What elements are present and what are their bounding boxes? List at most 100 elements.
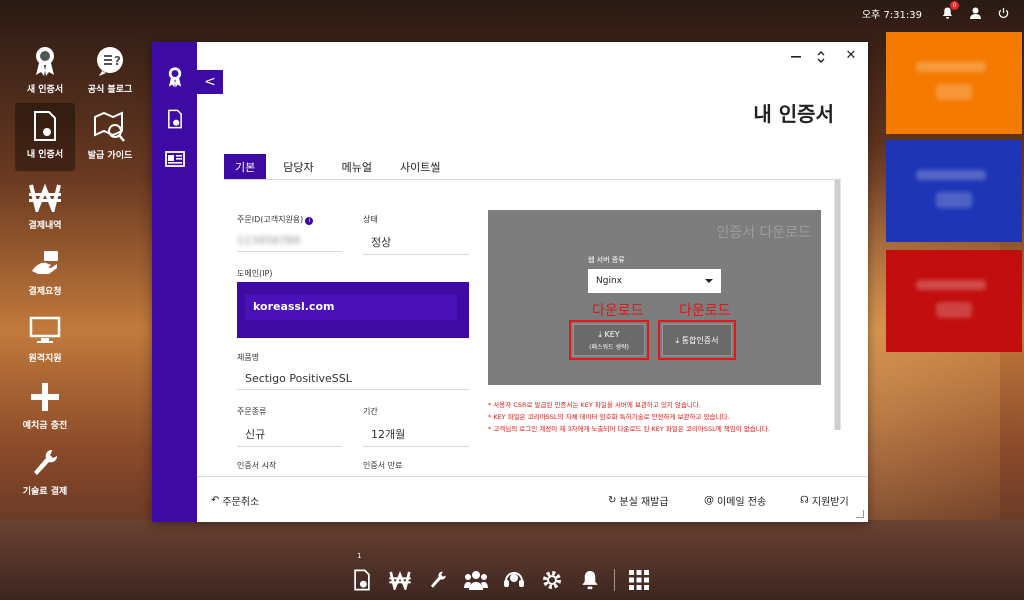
bell-icon[interactable]: 0 [940,1,959,20]
blurred-text [916,170,986,180]
status-value: 정상 [363,234,469,255]
maximize-icon[interactable] [812,48,830,66]
taskbar [340,560,684,600]
taskbar-separator [614,569,615,591]
blurred-text [936,84,972,100]
window-side-rail [152,42,197,522]
wrench-icon[interactable] [424,566,452,594]
tab-manual[interactable]: 메뉴얼 [331,154,383,180]
server-type-select[interactable]: Nginx [588,269,721,293]
blurred-text [936,192,972,208]
page-title: 내 인증서 [753,102,834,126]
key-button-sub: (패스워드 생략) [589,343,629,351]
order-id-label: 주문ID(고객지원용) i [237,214,314,225]
desktop-official-blog[interactable]: ? 공식 블로그 [80,44,140,95]
scrollbar-thumb[interactable] [835,180,840,430]
desktop-label: 결제내역 [28,221,62,231]
annotation-download-left: 다운로드 [592,303,644,319]
desktop-payment-request[interactable]: 결제요청 [15,246,75,297]
undo-arrow-icon: ↶ [211,495,220,506]
note-line: * 고객님의 로그인 계정이 제 3자에게 노출되어 다운로드 된 KEY 파일… [488,425,770,433]
top-status-bar: 오후 7:31:39 0 [862,0,1024,26]
resize-grip-icon[interactable] [856,510,864,518]
app-grid-icon[interactable] [625,566,653,594]
period-label: 기간 [363,407,378,416]
desktop-label: 공식 블로그 [87,85,133,95]
product-value: Sectigo PositiveSSL [237,372,469,390]
certificate-icon [28,109,62,143]
note-line: * KEY 파일은 코리아SSL의 자체 데이터 암호화 특허기술로 안전하게 … [488,413,730,421]
download-icon: ⤓ [675,335,680,345]
desktop-label: 원격지원 [28,354,62,364]
period-value: 12개월 [363,426,469,447]
taskbar-badge: 1 [357,552,362,560]
refresh-icon: ↻ [608,495,617,506]
order-id-value: 123456789 [237,234,342,252]
user-icon[interactable] [968,6,982,20]
download-icon: ⤓ [598,329,602,339]
cert-start-label: 인증서 시작 [237,461,277,470]
download-bundle-button[interactable]: ⤓ 통합인증서 [662,324,732,356]
tab-contact[interactable]: 담당자 [272,154,324,180]
headset-icon: ☊ [800,495,809,506]
certificate-download-panel: 인증서 다운로드 웹 서버 종류 Nginx 다운로드 다운로드 ⤓ KEY (… [488,210,821,385]
widget-tile-red[interactable] [886,250,1022,352]
certificate-icon[interactable] [348,566,376,594]
widget-tile-orange[interactable] [886,32,1022,134]
content-scrollbar[interactable] [834,180,841,430]
clock: 오후 7:31:39 [861,9,922,21]
collapse-sidebar-button[interactable]: < [197,70,223,94]
close-icon[interactable]: ✕ [842,46,860,64]
id-card-icon[interactable] [164,148,186,170]
won-icon[interactable] [386,566,414,594]
server-type-label: 웹 서버 종류 [588,256,625,264]
wrench-icon [28,446,62,480]
blurred-text [916,280,986,290]
chevron-down-icon [705,279,713,283]
desktop-label: 기술료 결제 [22,487,68,497]
payment-hand-icon [28,246,62,280]
desktop-deposit-charge[interactable]: 예치금 충전 [15,380,75,431]
email-send-button[interactable]: @ 이메일 전송 [704,493,766,508]
desktop-issue-guide[interactable]: 발급 가이드 [80,110,140,161]
desktop-payment-history[interactable]: 결제내역 [15,180,75,231]
gear-icon[interactable] [538,566,566,594]
award-icon[interactable] [164,66,186,88]
widget-tile-blue[interactable] [886,140,1022,242]
note-line: * 사용자 CSR로 발급된 인증서는 KEY 파일을 서버에 보관하고 있지 … [488,401,701,409]
group-icon[interactable] [462,566,490,594]
tab-basic[interactable]: 기본 [224,154,267,180]
product-label: 제품명 [237,353,260,362]
desktop-remote-support[interactable]: 원격지원 [15,313,75,364]
desktop-my-certificate[interactable]: 내 인증서 [15,103,75,171]
bundle-button-label: 통합인증서 [681,335,719,345]
desktop-new-certificate[interactable]: 새 인증서 [15,44,75,95]
tab-bar: 기본 담당자 메뉴얼 사이트씰 [224,154,451,180]
get-support-label: 지원받기 [811,497,849,508]
desktop-tech-fee-payment[interactable]: 기술료 결제 [15,446,75,497]
certificate-icon[interactable] [164,108,186,130]
headset-icon[interactable] [500,566,528,594]
tab-content: 주문ID(고객지원용) i 123456789 상태 정상 도메인(IP) kor… [224,180,841,476]
get-support-button[interactable]: ☊ 지원받기 [800,493,849,508]
guide-map-icon [93,110,127,144]
my-certificate-window: < ✕ 내 인증서 기본 담당자 메뉴얼 사이트씰 주문ID(고객지원용) i 1… [152,42,868,522]
desktop-label: 결제요청 [28,287,62,297]
minimize-icon[interactable] [787,48,805,66]
server-type-value: Nginx [596,276,622,286]
tab-site-seal[interactable]: 사이트씰 [389,154,451,180]
download-key-button[interactable]: ⤓ KEY (패스워드 생략) [573,324,645,356]
bell-icon[interactable] [576,566,604,594]
window-footer: ↶ 주문취소 ↻ 분실 재발급 @ 이메일 전송 ☊ 지원받기 [197,476,868,522]
info-icon[interactable]: i [305,217,314,225]
reissue-button[interactable]: ↻ 분실 재발급 [608,493,669,508]
power-icon[interactable] [996,6,1010,20]
blurred-text [936,302,972,318]
desktop-label: 새 인증서 [26,85,64,95]
cancel-order-button[interactable]: ↶ 주문취소 [211,493,259,508]
cert-end-label: 인증서 만료 [363,461,403,470]
download-panel-title: 인증서 다운로드 [716,225,811,241]
download-notes: * 사용자 CSR로 발급된 인증서는 KEY 파일을 서버에 보관하고 있지 … [488,399,828,435]
desktop-label: 내 인증서 [26,150,64,160]
key-button-label: KEY [604,329,620,339]
